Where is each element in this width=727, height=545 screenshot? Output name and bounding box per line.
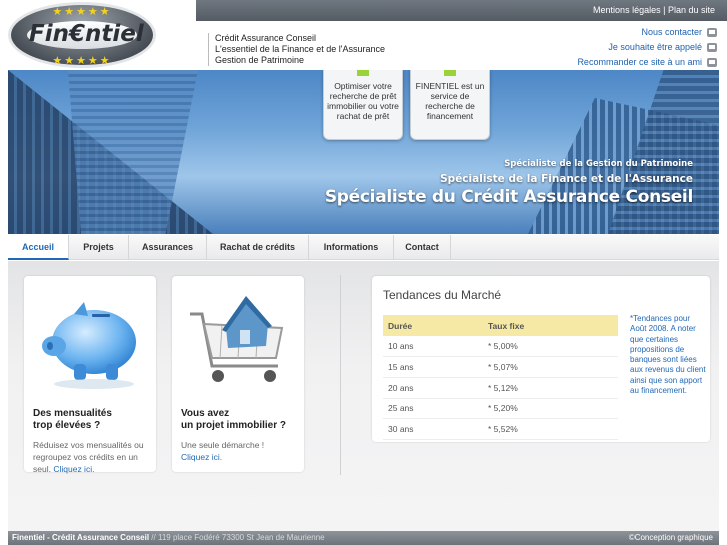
- cell-taux: * 5,20%: [482, 398, 618, 420]
- banner-bubble-finentiel-text: FINENTIEL est un service de recherche de…: [415, 81, 485, 121]
- card-projet-immobilier[interactable]: Vous avez un projet immobilier ? Une seu…: [172, 276, 304, 472]
- banner-bubble-finentiel[interactable]: FINENTIEL est un service de recherche de…: [410, 70, 490, 140]
- tagline-line-1: Crédit Assurance Conseil: [215, 33, 317, 43]
- callback-link[interactable]: Je souhaite être appelé: [577, 40, 717, 55]
- banner-specialist-finance: Spécialiste de la Finance et de l'Assura…: [440, 173, 693, 185]
- table-row: 30 ans * 5,52%: [383, 418, 618, 440]
- share-icon: [707, 58, 717, 67]
- nav-informations[interactable]: Informations: [309, 235, 394, 260]
- legal-link[interactable]: Mentions légales: [593, 5, 661, 15]
- tagline-line-2: L'essentiel de la Finance et de l'Assura…: [215, 44, 386, 54]
- contact-links: Nous contacter Je souhaite être appelé R…: [577, 25, 717, 70]
- cell-duree: 30 ans: [383, 418, 483, 440]
- market-trends-table: Durée Taux fixe 10 ans * 5,00% 15 ans * …: [383, 315, 618, 440]
- table-header-row: Durée Taux fixe: [383, 315, 618, 336]
- nav-projets[interactable]: Projets: [69, 235, 129, 260]
- cell-duree: 25 ans: [383, 398, 483, 420]
- main-nav: Accueil Projets Assurances Rachat de cré…: [8, 235, 719, 260]
- phone-icon: [707, 43, 717, 52]
- mail-icon: [707, 28, 717, 37]
- card-projet-immobilier-text: Une seule démarche ! Cliquez ici.: [181, 439, 299, 463]
- logo-stars-top: ★★★★★: [52, 6, 112, 18]
- table-row: 10 ans * 5,00%: [383, 336, 618, 358]
- card-mensualites-title-line1: Des mensualités: [33, 408, 112, 419]
- footer-company: Finentiel - Crédit Assurance Conseil: [12, 533, 150, 542]
- tagline: Crédit Assurance Conseil L'essentiel de …: [208, 33, 385, 66]
- callback-label[interactable]: Je souhaite être appelé: [608, 42, 702, 53]
- main-content: Des mensualités trop élevées ? Réduisez …: [8, 261, 719, 531]
- sitemap-link[interactable]: Plan du site: [668, 5, 715, 15]
- house-cart-icon: [190, 296, 284, 382]
- contact-us-label[interactable]: Nous contacter: [641, 27, 702, 38]
- bubble-accent-tab: [357, 70, 369, 76]
- footer-address: // 119 place Fodéré 73300 St Jean de Mau…: [149, 533, 325, 542]
- logo-area: ★★★★★ Fin€ntiel ★★★★★: [0, 0, 196, 70]
- card-mensualites-link[interactable]: Cliquez ici.: [53, 464, 94, 474]
- nav-accueil[interactable]: Accueil: [8, 235, 69, 260]
- cell-duree: 15 ans: [383, 356, 483, 378]
- banner-bubble-optimiser[interactable]: Optimiser votre recherche de prêt immobi…: [323, 70, 403, 140]
- content-divider: [340, 275, 341, 475]
- logo-text: Fin€ntiel: [29, 21, 144, 47]
- bubble-accent-tab: [444, 70, 456, 76]
- piggy-bank-icon: [42, 302, 136, 389]
- card-mensualites-title-line2: trop élevées ?: [33, 420, 101, 431]
- nav-rachat-de-credits[interactable]: Rachat de crédits: [207, 235, 309, 260]
- cell-duree: 10 ans: [383, 336, 483, 358]
- logo-stars-bottom: ★★★★★: [52, 55, 112, 67]
- nav-assurances[interactable]: Assurances: [129, 235, 207, 260]
- tagline-line-3: Gestion de Patrimoine: [215, 55, 305, 65]
- table-row: 25 ans * 5,20%: [383, 398, 618, 420]
- cell-taux: * 5,12%: [482, 377, 618, 399]
- column-header-duree: Durée: [383, 315, 483, 336]
- footer: Finentiel - Crédit Assurance Conseil // …: [8, 531, 719, 545]
- column-header-taux: Taux fixe: [482, 315, 618, 336]
- recommend-label[interactable]: Recommander ce site à un ami: [577, 57, 702, 68]
- hero-banner: Optimiser votre recherche de prêt immobi…: [8, 70, 719, 234]
- card-projet-immobilier-title-line1: Vous avez: [181, 408, 230, 419]
- market-trends-note: *Tendances pour Août 2008. A noter que c…: [630, 314, 706, 396]
- top-links-separator: |: [663, 5, 666, 15]
- footer-credits-link[interactable]: ©Conception graphique: [629, 531, 713, 545]
- nav-contact[interactable]: Contact: [394, 235, 451, 260]
- market-trends-title: Tendances du Marché: [383, 288, 502, 302]
- table-row: 20 ans * 5,12%: [383, 377, 618, 399]
- contact-us-link[interactable]: Nous contacter: [577, 25, 717, 40]
- card-mensualites[interactable]: Des mensualités trop élevées ? Réduisez …: [24, 276, 156, 475]
- banner-specialist-patrimoine: Spécialiste de la Gestion du Patrimoine: [504, 159, 693, 169]
- card-mensualites-title: Des mensualités trop élevées ?: [33, 408, 112, 432]
- cell-taux: * 5,00%: [482, 336, 618, 358]
- card-projet-immobilier-title: Vous avez un projet immobilier ?: [181, 408, 286, 432]
- finentiel-logo[interactable]: ★★★★★ Fin€ntiel ★★★★★: [8, 2, 156, 68]
- market-trends-panel: Tendances du Marché Durée Taux fixe 10 a…: [372, 276, 710, 442]
- card-projet-immobilier-title-line2: un projet immobilier ?: [181, 420, 287, 431]
- card-mensualites-text: Réduisez vos mensualités ou regroupez vo…: [33, 439, 151, 475]
- top-links: Mentions légales | Plan du site: [593, 5, 715, 15]
- cell-taux: * 5,52%: [482, 418, 618, 440]
- banner-bubble-optimiser-text: Optimiser votre recherche de prêt immobi…: [327, 81, 399, 121]
- cell-duree: 20 ans: [383, 377, 483, 399]
- card-projet-immobilier-body: Une seule démarche !: [181, 440, 265, 450]
- card-projet-immobilier-link[interactable]: Cliquez ici.: [181, 452, 222, 462]
- cell-taux: * 5,07%: [482, 356, 618, 378]
- banner-specialist-credit: Spécialiste du Crédit Assurance Conseil: [324, 187, 693, 207]
- table-row: 15 ans * 5,07%: [383, 356, 618, 378]
- recommend-link[interactable]: Recommander ce site à un ami: [577, 55, 717, 70]
